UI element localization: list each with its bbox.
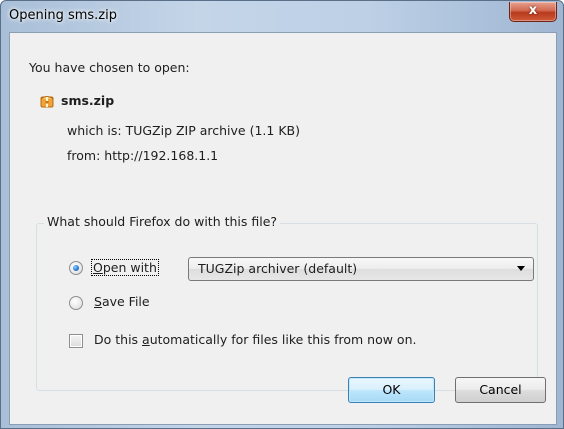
title-bar[interactable]: Opening sms.zip x xyxy=(1,1,563,33)
cancel-button[interactable]: Cancel xyxy=(455,377,546,403)
focus-rectangle: Open with xyxy=(91,259,159,276)
file-source-prefix: from: xyxy=(67,148,105,163)
save-file-label-rest: ave File xyxy=(101,294,150,309)
dialog-body: You have chosen to open: sms.zip which i… xyxy=(9,32,557,425)
auto-action-label-after: utomatically for files like this from no… xyxy=(149,332,417,347)
radio-selected-dot xyxy=(73,265,79,271)
file-type-prefix: which is: xyxy=(67,123,126,138)
close-icon: x xyxy=(528,3,538,18)
zip-archive-icon xyxy=(40,96,54,108)
ok-button[interactable]: OK xyxy=(348,377,435,403)
close-button[interactable]: x xyxy=(509,2,557,22)
open-with-label-rest: pen with xyxy=(102,260,157,275)
dropdown-arrow-icon[interactable] xyxy=(517,266,525,271)
dialog-window: Opening sms.zip x You have chosen to ope… xyxy=(0,0,564,429)
file-source-row: from: http://192.168.1.1 xyxy=(67,148,218,163)
open-with-label[interactable]: Open with xyxy=(91,259,159,276)
file-type-value: TUGZip ZIP archive (1.1 KB) xyxy=(125,123,300,138)
save-file-label[interactable]: Save File xyxy=(94,294,150,309)
file-type-row: which is: TUGZip ZIP archive (1.1 KB) xyxy=(67,123,300,138)
file-source-value: http://192.168.1.1 xyxy=(104,148,219,163)
auto-action-mnemonic: a xyxy=(142,332,150,347)
application-select[interactable]: TUGZip archiver (default) xyxy=(188,257,534,281)
open-with-radio[interactable] xyxy=(69,261,83,275)
file-name: sms.zip xyxy=(61,93,115,108)
window-title: Opening sms.zip xyxy=(9,8,117,23)
auto-action-checkbox[interactable] xyxy=(69,334,83,348)
open-with-mnemonic: O xyxy=(93,260,103,275)
auto-action-label-before: Do this xyxy=(94,332,143,347)
save-file-mnemonic: S xyxy=(94,294,102,309)
application-select-value: TUGZip archiver (default) xyxy=(198,261,358,276)
auto-action-label[interactable]: Do this automatically for files like thi… xyxy=(94,332,416,347)
intro-text: You have chosen to open: xyxy=(29,60,190,75)
action-group-caption: What should Firefox do with this file? xyxy=(44,214,281,229)
save-file-radio[interactable] xyxy=(69,296,83,310)
